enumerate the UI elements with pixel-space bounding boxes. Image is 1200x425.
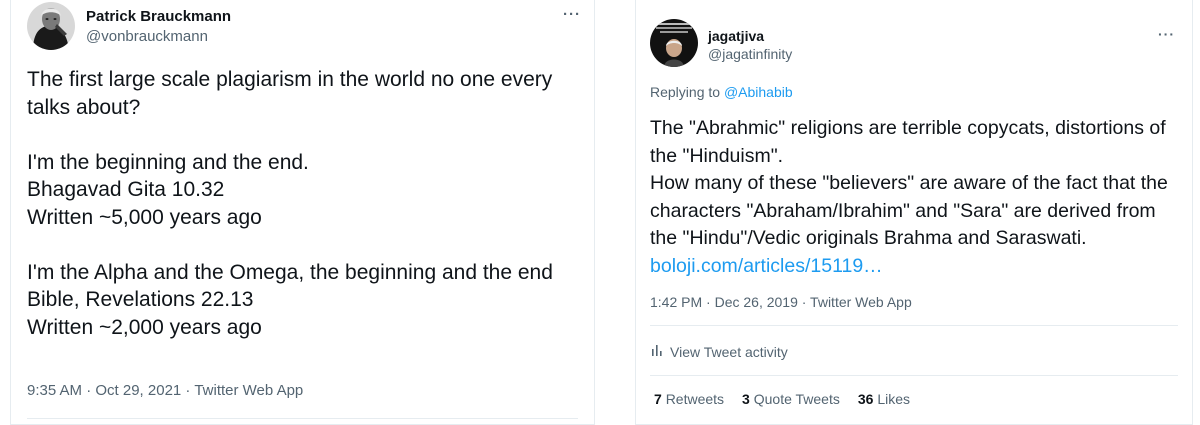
retweets-count: 7 — [654, 391, 662, 407]
replying-to: Replying to @Abihabib — [650, 84, 793, 100]
divider — [650, 325, 1178, 326]
divider — [650, 375, 1178, 376]
avatar[interactable] — [650, 19, 698, 67]
likes-count: 36 — [857, 391, 874, 407]
tweet-text: The "Abrahmic" religions are terrible co… — [650, 115, 1180, 280]
divider — [27, 418, 578, 419]
reply-mention-link[interactable]: @Abihabib — [724, 84, 793, 100]
quotes-label: Quote Tweets — [753, 391, 840, 407]
view-tweet-activity-label: View Tweet activity — [670, 343, 788, 360]
tweet-text-content: The "Abrahmic" religions are terrible co… — [650, 117, 1168, 249]
likes-stat[interactable]: 36 Likes — [858, 391, 910, 407]
tweet-timestamp[interactable]: 9:35 AM · Oct 29, 2021 · Twitter Web App — [27, 382, 303, 399]
likes-label: Likes — [877, 391, 911, 407]
tweet-card-left: Patrick Brauckmann @vonbrauckmann ··· Th… — [10, 0, 595, 425]
replying-to-label: Replying to — [650, 84, 724, 100]
tweet-stats: 7 Retweets 3 Quote Tweets 36 Likes — [654, 391, 910, 407]
tweet-card-right: jagatjiva @jagatinfinity ··· Replying to… — [635, 0, 1193, 425]
quotes-count: 3 — [742, 391, 750, 407]
analytics-icon — [650, 343, 664, 360]
avatar[interactable] — [27, 2, 75, 50]
tweet-timestamp[interactable]: 1:42 PM · Dec 26, 2019 · Twitter Web App — [650, 294, 912, 310]
user-handle[interactable]: @jagatinfinity — [708, 46, 792, 62]
more-icon[interactable]: ··· — [1158, 26, 1175, 42]
user-handle[interactable]: @vonbrauckmann — [86, 28, 208, 45]
tweet-text: The first large scale plagiarism in the … — [27, 68, 553, 339]
display-name[interactable]: jagatjiva — [708, 28, 764, 44]
quote-tweets-stat[interactable]: 3 Quote Tweets — [742, 391, 840, 407]
retweets-label: Retweets — [665, 391, 725, 407]
more-icon[interactable]: ··· — [563, 6, 581, 23]
retweets-stat[interactable]: 7 Retweets — [654, 391, 724, 407]
article-link[interactable]: boloji.com/articles/15119… — [650, 255, 883, 277]
display-name[interactable]: Patrick Brauckmann — [86, 8, 231, 25]
view-tweet-activity-button[interactable]: View Tweet activity — [650, 343, 788, 360]
